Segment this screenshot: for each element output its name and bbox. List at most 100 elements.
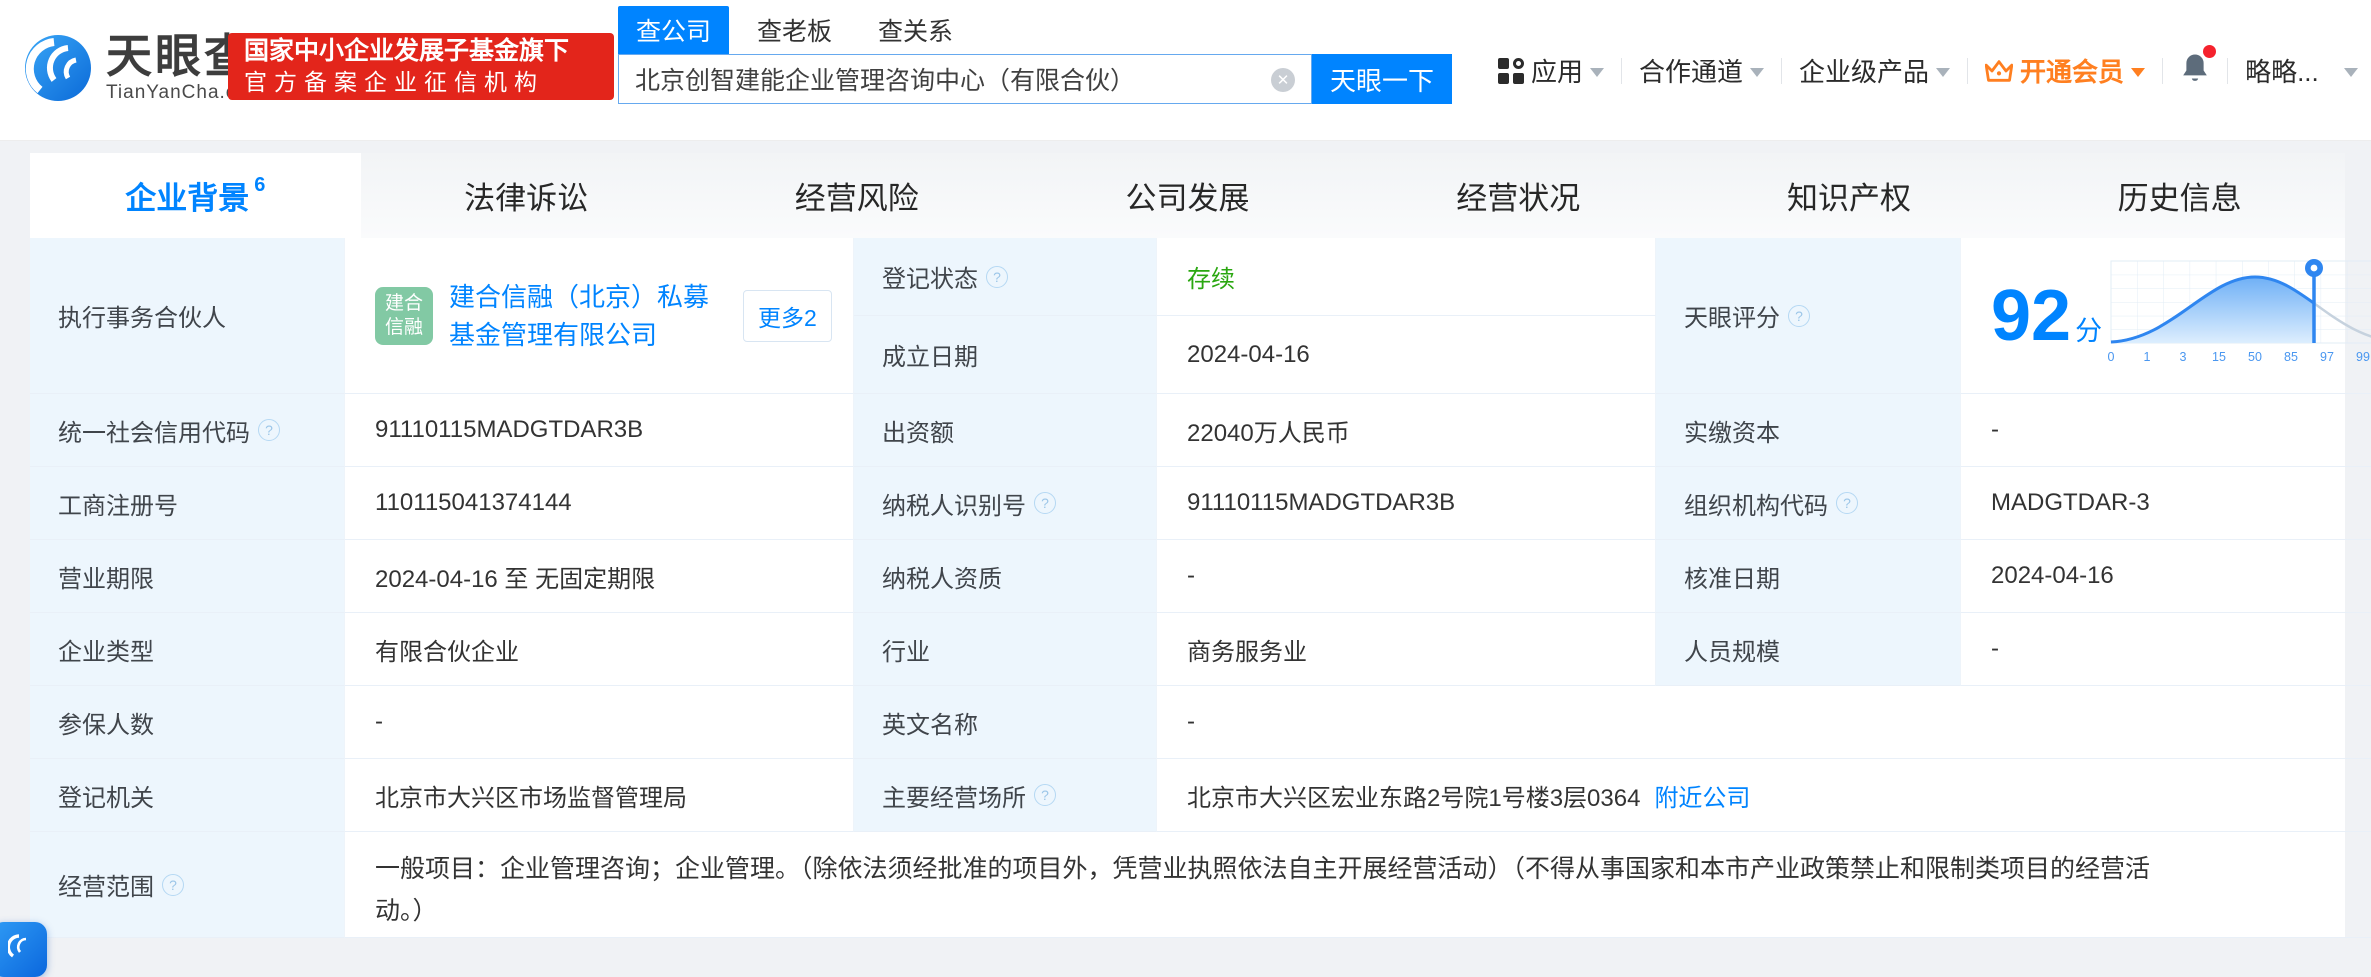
business-scope-text: 一般项目：企业管理咨询；企业管理。（除依法须经批准的项目外，凭营业执照依法自主开…	[375, 848, 2165, 932]
partner-logo-avatar[interactable]: 建合 信融	[375, 287, 433, 345]
business-site-value-cell: 北京市大兴区宏业东路2号院1号楼3层0364 附近公司	[1157, 759, 2371, 832]
field-value: 有限合伙企业	[375, 632, 519, 667]
partner-more-button[interactable]: 更多2	[743, 290, 832, 342]
field-label: 出资额	[882, 413, 954, 448]
search-tab-company[interactable]: 查公司	[618, 6, 729, 54]
help-icon[interactable]: ?	[162, 874, 184, 896]
partner-logo-text: 信融	[385, 316, 423, 340]
reg-number-value-cell: 110115041374144	[345, 467, 854, 540]
field-label: 参保人数	[58, 705, 154, 740]
credit-code-label-cell: 统一社会信用代码 ?	[30, 394, 345, 467]
chevron-down-icon	[1590, 68, 1604, 77]
header-collapse-chevron-icon[interactable]	[2344, 68, 2358, 77]
search-block: 查公司 查老板 查关系 ✕ 天眼一下	[618, 12, 1452, 104]
axis-tick: 15	[2212, 350, 2226, 364]
tab-operating-risk[interactable]: 经营风险	[691, 153, 1022, 238]
search-button[interactable]: 天眼一下	[1312, 54, 1452, 104]
notification-bell[interactable]	[2180, 52, 2210, 89]
menu-enterprise-product[interactable]: 企业级产品	[1799, 52, 1950, 89]
field-value: -	[1187, 708, 1195, 736]
field-label: 天眼评分	[1684, 298, 1780, 333]
partner-company-link[interactable]: 建合信融（北京）私募基金管理有限公司	[449, 278, 727, 354]
score-value-cell: 92 分 0 1	[1961, 238, 2371, 394]
apps-grid-icon	[1498, 58, 1524, 84]
tab-lawsuit[interactable]: 法律诉讼	[361, 153, 692, 238]
badge-line2: 官方备案企业征信机构	[244, 67, 598, 97]
help-icon[interactable]: ?	[258, 419, 280, 441]
tab-label: 公司发展	[1126, 173, 1250, 218]
field-label: 纳税人资质	[882, 559, 1002, 594]
tab-label: 法律诉讼	[464, 173, 588, 218]
reg-authority-label-cell: 登记机关	[30, 759, 345, 832]
tab-history[interactable]: 历史信息	[2014, 153, 2345, 238]
menu-apps[interactable]: 应用	[1498, 52, 1604, 89]
approval-date-value-cell: 2024-04-16	[1961, 540, 2371, 613]
tab-label: 经营风险	[795, 173, 919, 218]
search-input[interactable]	[619, 55, 1311, 103]
field-label: 主要经营场所	[882, 778, 1026, 813]
field-label: 纳税人识别号	[882, 486, 1026, 521]
business-site-label-cell: 主要经营场所 ?	[854, 759, 1157, 832]
axis-tick: 97	[2320, 350, 2334, 364]
nearby-companies-link[interactable]: 附近公司	[1654, 778, 1750, 813]
help-icon[interactable]: ?	[1034, 492, 1056, 514]
company-type-label-cell: 企业类型	[30, 613, 345, 686]
field-label: 执行事务合伙人	[58, 298, 226, 333]
tab-operating-status[interactable]: 经营状况	[1353, 153, 1684, 238]
axis-tick: 1	[2144, 350, 2151, 364]
tab-label: 企业背景	[125, 173, 249, 218]
field-label: 行业	[882, 632, 930, 667]
paid-capital-value-cell: -	[1961, 394, 2371, 467]
field-value: 110115041374144	[375, 489, 572, 517]
search-tab-boss[interactable]: 查老板	[739, 6, 850, 54]
status-badge: 存续	[1187, 259, 1235, 294]
help-icon[interactable]: ?	[1034, 784, 1056, 806]
field-label: 企业类型	[58, 632, 154, 667]
clear-search-icon[interactable]: ✕	[1271, 68, 1295, 92]
field-label: 统一社会信用代码	[58, 413, 250, 448]
axis-tick: 0	[2108, 350, 2115, 364]
header: 天眼查 TianYanCha.com 国家中小企业发展子基金旗下 官方备案企业征…	[0, 0, 2371, 141]
reg-status-label-cell: 登记状态 ?	[854, 238, 1157, 316]
score-label-cell: 天眼评分 ?	[1656, 238, 1961, 394]
field-value: 北京市大兴区市场监督管理局	[375, 778, 687, 813]
insured-count-label-cell: 参保人数	[30, 686, 345, 759]
logo-swirl-icon	[24, 34, 92, 102]
axis-tick: 50	[2248, 350, 2262, 364]
field-label: 英文名称	[882, 705, 978, 740]
field-value: 91110115MADGTDAR3B	[1187, 489, 1455, 517]
user-menu[interactable]: 略略...	[2245, 52, 2319, 89]
paid-capital-label-cell: 实缴资本	[1656, 394, 1961, 467]
field-value: MADGTDAR-3	[1991, 489, 2150, 517]
field-value: 商务服务业	[1187, 632, 1307, 667]
search-tab-relation[interactable]: 查关系	[860, 6, 971, 54]
tab-company-background[interactable]: 企业背景 6	[30, 153, 361, 238]
tab-count-badge: 6	[254, 174, 265, 197]
field-value: 91110115MADGTDAR3B	[375, 416, 643, 444]
divider	[1967, 58, 1968, 84]
business-term-value-cell: 2024-04-16 至 无固定期限	[345, 540, 854, 613]
field-label: 实缴资本	[1684, 413, 1780, 448]
field-value: -	[1187, 562, 1195, 590]
axis-tick: 99	[2356, 350, 2370, 364]
business-info-table: 执行事务合伙人 建合 信融 建合信融（北京）私募基金管理有限公司 更多2 登记状…	[30, 238, 2345, 938]
help-icon[interactable]: ?	[1788, 305, 1810, 327]
company-nav-tabs: 企业背景 6 法律诉讼 经营风险 公司发展 经营状况 知识产权 历史信息	[30, 153, 2345, 238]
divider	[1621, 58, 1622, 84]
tab-label: 知识产权	[1787, 173, 1911, 218]
insured-count-value-cell: -	[345, 686, 854, 759]
field-value: -	[1991, 416, 1999, 444]
tab-label: 经营状况	[1456, 173, 1580, 218]
tab-company-development[interactable]: 公司发展	[1022, 153, 1353, 238]
tab-intellectual-property[interactable]: 知识产权	[1684, 153, 2015, 238]
credit-code-value-cell: 91110115MADGTDAR3B	[345, 394, 854, 467]
help-icon[interactable]: ?	[986, 266, 1008, 288]
divider	[2162, 58, 2163, 84]
menu-partner-channel[interactable]: 合作通道	[1639, 52, 1764, 89]
help-icon[interactable]: ?	[1836, 492, 1858, 514]
menu-apps-label: 应用	[1531, 52, 1583, 89]
est-date-label-cell: 成立日期	[854, 316, 1157, 394]
menu-vip[interactable]: 开通会员	[1985, 52, 2145, 89]
chevron-down-icon	[2131, 68, 2145, 77]
score-unit: 分	[2075, 309, 2102, 348]
